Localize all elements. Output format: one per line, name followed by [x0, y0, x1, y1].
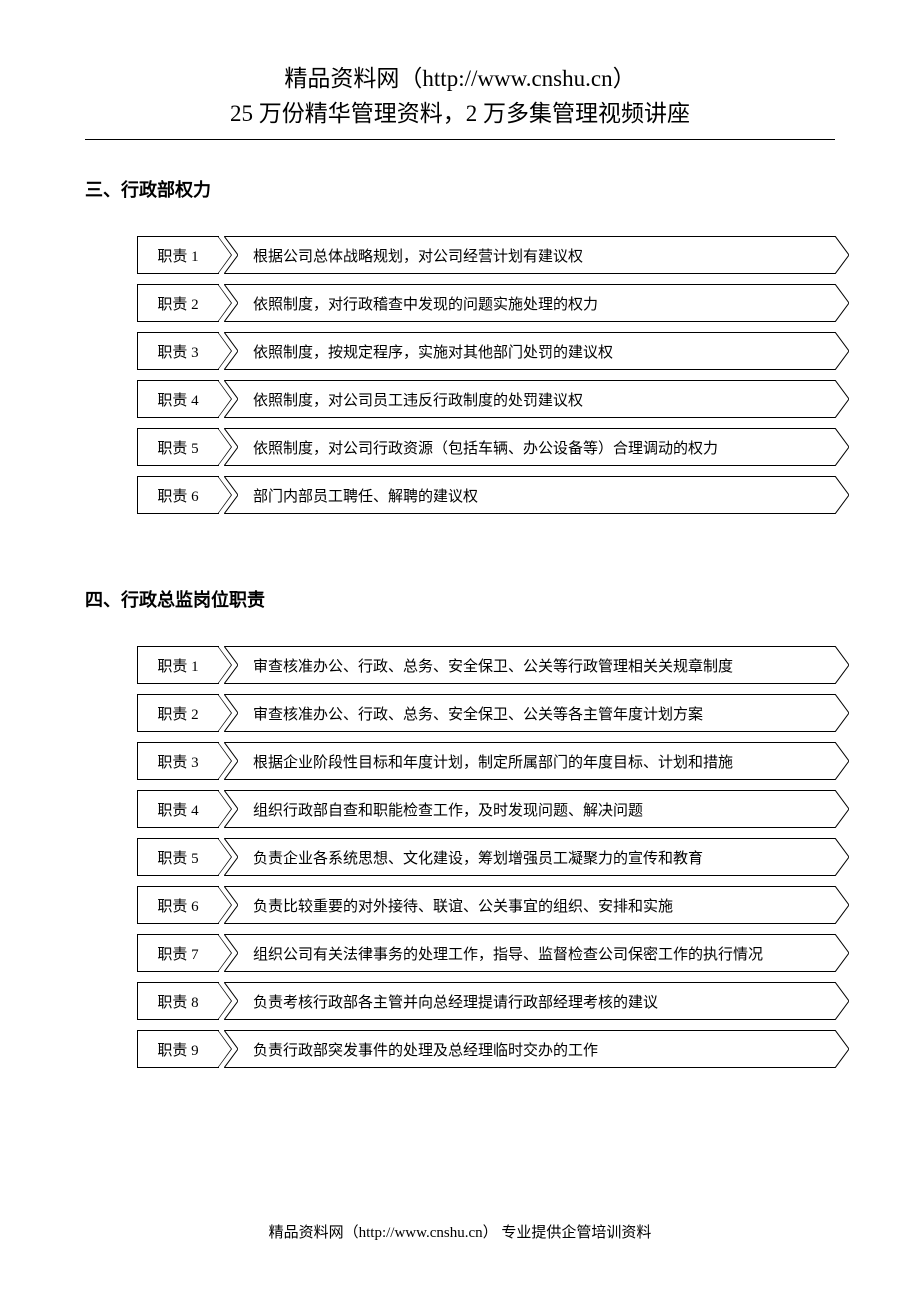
duty-desc: 负责考核行政部各主管并向总经理提请行政部经理考核的建议: [225, 982, 835, 1020]
duty-desc: 负责行政部突发事件的处理及总经理临时交办的工作: [225, 1030, 835, 1068]
page-footer: 精品资料网（http://www.cnshu.cn） 专业提供企管培训资料: [0, 1221, 920, 1242]
header-line2: 25 万份精华管理资料，2 万多集管理视频讲座: [0, 97, 920, 132]
duty-desc-text: 部门内部员工聘任、解聘的建议权: [253, 485, 478, 506]
header-line1: 精品资料网（http://www.cnshu.cn）: [0, 62, 920, 97]
duty-desc: 负责比较重要的对外接待、联谊、公关事宜的组织、安排和实施: [225, 886, 835, 924]
duty-desc: 审查核准办公、行政、总务、安全保卫、公关等各主管年度计划方案: [225, 694, 835, 732]
duty-desc-text: 根据公司总体战略规划，对公司经营计划有建议权: [253, 245, 583, 266]
duty-row: 职责 1 根据公司总体战略规划，对公司经营计划有建议权: [137, 236, 835, 274]
section3-heading: 三、行政部权力: [85, 176, 835, 202]
section4-heading: 四、行政总监岗位职责: [85, 586, 835, 612]
duty-row: 职责 2 依照制度，对行政稽查中发现的问题实施处理的权力: [137, 284, 835, 322]
duty-desc-text: 组织行政部自查和职能检查工作，及时发现问题、解决问题: [253, 799, 643, 820]
duty-tag: 职责 8: [137, 982, 219, 1020]
page-header: 精品资料网（http://www.cnshu.cn） 25 万份精华管理资料，2…: [0, 0, 920, 131]
duty-tag: 职责 6: [137, 886, 219, 924]
duty-row: 职责 4 组织行政部自查和职能检查工作，及时发现问题、解决问题: [137, 790, 835, 828]
duty-desc: 审查核准办公、行政、总务、安全保卫、公关等行政管理相关关规章制度: [225, 646, 835, 684]
duty-row: 职责 8 负责考核行政部各主管并向总经理提请行政部经理考核的建议: [137, 982, 835, 1020]
duty-tag: 职责 4: [137, 380, 219, 418]
duty-desc: 根据公司总体战略规划，对公司经营计划有建议权: [225, 236, 835, 274]
duty-tag: 职责 1: [137, 646, 219, 684]
duty-desc-text: 依照制度，按规定程序，实施对其他部门处罚的建议权: [253, 341, 613, 362]
duty-row: 职责 7 组织公司有关法律事务的处理工作，指导、监督检查公司保密工作的执行情况: [137, 934, 835, 972]
duty-desc: 部门内部员工聘任、解聘的建议权: [225, 476, 835, 514]
duty-tag: 职责 1: [137, 236, 219, 274]
duty-row: 职责 3 根据企业阶段性目标和年度计划，制定所属部门的年度目标、计划和措施: [137, 742, 835, 780]
duty-desc-text: 依照制度，对公司行政资源（包括车辆、办公设备等）合理调动的权力: [253, 437, 718, 458]
duty-desc: 负责企业各系统思想、文化建设，筹划增强员工凝聚力的宣传和教育: [225, 838, 835, 876]
duty-desc-text: 根据企业阶段性目标和年度计划，制定所属部门的年度目标、计划和措施: [253, 751, 733, 772]
duty-desc: 根据企业阶段性目标和年度计划，制定所属部门的年度目标、计划和措施: [225, 742, 835, 780]
duty-desc: 依照制度，按规定程序，实施对其他部门处罚的建议权: [225, 332, 835, 370]
duty-tag: 职责 5: [137, 838, 219, 876]
duty-row: 职责 6 负责比较重要的对外接待、联谊、公关事宜的组织、安排和实施: [137, 886, 835, 924]
duty-row: 职责 4 依照制度，对公司员工违反行政制度的处罚建议权: [137, 380, 835, 418]
duty-desc-text: 组织公司有关法律事务的处理工作，指导、监督检查公司保密工作的执行情况: [253, 943, 763, 964]
duty-desc-text: 负责行政部突发事件的处理及总经理临时交办的工作: [253, 1039, 598, 1060]
duty-desc: 依照制度，对行政稽查中发现的问题实施处理的权力: [225, 284, 835, 322]
duty-row: 职责 5 负责企业各系统思想、文化建设，筹划增强员工凝聚力的宣传和教育: [137, 838, 835, 876]
duty-tag: 职责 2: [137, 284, 219, 322]
duty-desc-text: 审查核准办公、行政、总务、安全保卫、公关等行政管理相关关规章制度: [253, 655, 733, 676]
duty-desc-text: 依照制度，对公司员工违反行政制度的处罚建议权: [253, 389, 583, 410]
header-rule: [85, 139, 835, 140]
duty-row: 职责 9 负责行政部突发事件的处理及总经理临时交办的工作: [137, 1030, 835, 1068]
duty-tag: 职责 7: [137, 934, 219, 972]
duty-desc-text: 负责比较重要的对外接待、联谊、公关事宜的组织、安排和实施: [253, 895, 673, 916]
duty-tag: 职责 3: [137, 332, 219, 370]
duty-desc: 依照制度，对公司行政资源（包括车辆、办公设备等）合理调动的权力: [225, 428, 835, 466]
section3-rows: 职责 1 根据公司总体战略规划，对公司经营计划有建议权职责 2 依照制度，对行政稽查…: [137, 236, 835, 514]
duty-row: 职责 1 审查核准办公、行政、总务、安全保卫、公关等行政管理相关关规章制度: [137, 646, 835, 684]
duty-tag: 职责 6: [137, 476, 219, 514]
duty-tag: 职责 4: [137, 790, 219, 828]
section4-rows: 职责 1 审查核准办公、行政、总务、安全保卫、公关等行政管理相关关规章制度职责 2…: [137, 646, 835, 1068]
duty-row: 职责 6 部门内部员工聘任、解聘的建议权: [137, 476, 835, 514]
duty-desc-text: 负责考核行政部各主管并向总经理提请行政部经理考核的建议: [253, 991, 658, 1012]
duty-desc: 依照制度，对公司员工违反行政制度的处罚建议权: [225, 380, 835, 418]
duty-tag: 职责 3: [137, 742, 219, 780]
duty-desc-text: 依照制度，对行政稽查中发现的问题实施处理的权力: [253, 293, 598, 314]
duty-tag: 职责 5: [137, 428, 219, 466]
duty-desc: 组织公司有关法律事务的处理工作，指导、监督检查公司保密工作的执行情况: [225, 934, 835, 972]
duty-row: 职责 5 依照制度，对公司行政资源（包括车辆、办公设备等）合理调动的权力: [137, 428, 835, 466]
duty-row: 职责 2 审查核准办公、行政、总务、安全保卫、公关等各主管年度计划方案: [137, 694, 835, 732]
duty-desc-text: 负责企业各系统思想、文化建设，筹划增强员工凝聚力的宣传和教育: [253, 847, 703, 868]
duty-desc-text: 审查核准办公、行政、总务、安全保卫、公关等各主管年度计划方案: [253, 703, 703, 724]
duty-desc: 组织行政部自查和职能检查工作，及时发现问题、解决问题: [225, 790, 835, 828]
duty-row: 职责 3 依照制度，按规定程序，实施对其他部门处罚的建议权: [137, 332, 835, 370]
content-area: 三、行政部权力 职责 1 根据公司总体战略规划，对公司经营计划有建议权职责 2 依照…: [0, 176, 920, 1068]
duty-tag: 职责 9: [137, 1030, 219, 1068]
duty-tag: 职责 2: [137, 694, 219, 732]
